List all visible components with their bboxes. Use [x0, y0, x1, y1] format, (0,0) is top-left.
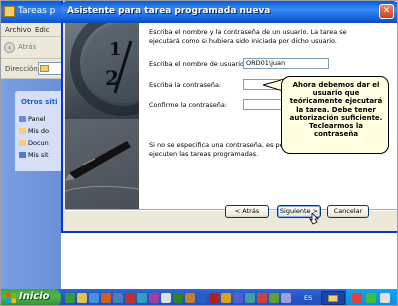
background-menubar: Archivo Edic [1, 23, 61, 37]
tutorial-callout: Ahora debemos dar el usuario que teórica… [281, 76, 389, 154]
quicklaunch-icon[interactable] [257, 293, 267, 303]
back-label[interactable]: Atrás [18, 43, 36, 51]
wizard-instruction: Escriba el nombre y la contraseña de un … [149, 28, 347, 45]
folder-icon [4, 6, 15, 17]
quicklaunch-icon[interactable] [149, 293, 159, 303]
tray-icon[interactable] [380, 293, 390, 303]
other-places-panel: Otros siti Panel Mis do Docun Mis sit [15, 91, 61, 171]
place-item-label: Mis sit [28, 151, 49, 159]
callout-text: Ahora debemos dar el usuario que teórica… [289, 81, 383, 139]
background-toolbar: ‹ Atrás [1, 37, 61, 59]
address-label: Dirección [5, 65, 38, 73]
other-places-header[interactable]: Otros siti [21, 98, 57, 106]
control-panel-icon [19, 116, 26, 122]
place-item-label: Docun [28, 139, 49, 147]
place-item-panel[interactable]: Panel [19, 115, 46, 123]
back-button[interactable]: < Atrás [225, 205, 269, 218]
quicklaunch-icon[interactable] [221, 293, 231, 303]
start-label: Inicio [19, 291, 50, 302]
place-item-documentos[interactable]: Docun [19, 139, 49, 147]
windows-logo-icon [6, 293, 16, 303]
username-label: Escriba el nombre de usuario: [149, 60, 247, 68]
background-window-title: Tareas p [18, 6, 56, 16]
back-arrow-icon[interactable]: ‹ [4, 42, 15, 53]
clock-pen-illustration: 1 2 [65, 23, 139, 209]
language-indicator[interactable]: ES [304, 294, 312, 302]
folder-icon [19, 140, 26, 146]
quicklaunch-icon[interactable] [209, 293, 219, 303]
quicklaunch-icon[interactable] [77, 293, 87, 303]
cancel-button[interactable]: Cancelar [327, 205, 369, 218]
quicklaunch-icon[interactable] [89, 293, 99, 303]
place-item-mis-sitios[interactable]: Mis sit [19, 151, 49, 159]
taskbar-folder-button[interactable] [321, 291, 345, 305]
place-item-mis-documentos[interactable]: Mis do [19, 127, 49, 135]
tray-icon[interactable] [366, 293, 376, 303]
mouse-cursor-icon [309, 213, 319, 225]
quicklaunch-icon[interactable] [197, 293, 207, 303]
username-field[interactable]: ORD01\juan [243, 58, 329, 69]
quicklaunch-icon[interactable] [233, 293, 243, 303]
network-icon [19, 152, 26, 158]
place-item-label: Mis do [28, 127, 49, 135]
folder-icon [19, 128, 26, 134]
system-tray [345, 289, 397, 305]
password-label: Escriba la contraseña: [149, 81, 222, 89]
taskbar: Inicio ES [1, 289, 397, 305]
quicklaunch-icon[interactable] [65, 293, 75, 303]
quicklaunch-icon[interactable] [161, 293, 171, 303]
menu-edicion[interactable]: Edic [35, 26, 50, 34]
folder-icon [328, 295, 338, 302]
quicklaunch-icon[interactable] [269, 293, 279, 303]
folder-icon [40, 65, 49, 72]
quicklaunch-icon[interactable] [101, 293, 111, 303]
quicklaunch-icon[interactable] [185, 293, 195, 303]
confirm-password-label: Confirme la contraseña: [149, 101, 228, 109]
quicklaunch-icon[interactable] [245, 293, 255, 303]
wizard-title: Asistente para tarea programada nueva [67, 6, 271, 16]
quicklaunch-icon[interactable] [125, 293, 135, 303]
tray-icon[interactable] [352, 293, 362, 303]
background-addressbar: Dirección [1, 59, 68, 79]
start-button[interactable]: Inicio [1, 289, 61, 305]
quicklaunch-icon[interactable] [281, 293, 291, 303]
wizard-close-button[interactable]: ✕ [379, 4, 394, 19]
quicklaunch-icon[interactable] [173, 293, 183, 303]
quicklaunch-icon[interactable] [137, 293, 147, 303]
menu-archivo[interactable]: Archivo [5, 26, 31, 34]
quicklaunch-icon[interactable] [113, 293, 123, 303]
place-item-label: Panel [28, 115, 46, 123]
wizard-titlebar[interactable]: Asistente para tarea programada nueva ✕ [61, 1, 397, 23]
wizard-clock-pen-image: 1 2 [65, 23, 139, 209]
screen: Tareas p Archivo Edic ‹ Atrás Dirección … [0, 0, 398, 306]
svg-text:1: 1 [109, 39, 122, 60]
